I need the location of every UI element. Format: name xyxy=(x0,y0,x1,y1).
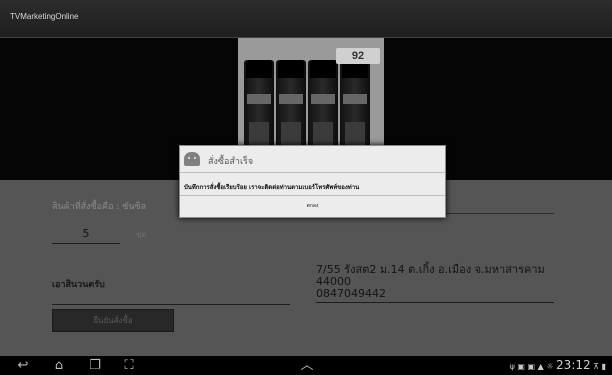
unit-label: ชุด xyxy=(136,230,147,239)
app-title: TVMarketingOnline xyxy=(10,12,79,21)
receive-label: เอาสินวนตรับ xyxy=(52,280,105,290)
receive-underline xyxy=(52,304,290,305)
clock: 23:12 xyxy=(556,358,591,372)
dialog-message: บันทึกการสั่งซื้อเรียบร้อย เราจะติดต่อท่… xyxy=(184,184,360,191)
chevron-up-icon[interactable]: ︿ xyxy=(298,356,316,375)
signal-icon: ⊼ ▮ xyxy=(593,362,606,371)
action-bar: TVMarketingOnline xyxy=(0,0,612,38)
home-icon[interactable]: ⌂ xyxy=(50,356,68,375)
address-line-3: 0847049442 xyxy=(316,287,386,300)
dialog-header: สั่งซื้อสำเร็จ xyxy=(180,146,445,173)
status-area: ψ ▣ ▣ ▲ ☼ 23:12 ⊼ ▮ xyxy=(510,356,606,375)
quantity-input[interactable]: 5 xyxy=(52,225,120,244)
price-tag: 92 xyxy=(336,48,380,64)
recents-icon[interactable]: ❐ xyxy=(86,356,104,375)
system-nav-bar: ↩ ⌂ ❐ ⛶ ︿ ψ ▣ ▣ ▲ ☼ 23:12 ⊼ ▮ xyxy=(0,356,612,375)
dialog-title: สั่งซื้อสำเร็จ xyxy=(208,157,254,167)
confirm-order-button[interactable]: ยืนยันสั่งซื้อ xyxy=(52,309,174,332)
product-label: สินค้าที่สั่งซื้อคือ : ซันซิล xyxy=(52,202,147,212)
field-underline xyxy=(440,213,554,214)
dialog-ok-button[interactable]: ตกลง xyxy=(180,196,445,216)
address-line-1: 7/55 รังสต2 ม.14 ต.เกิ้ง อ.เมือง จ.มหาสา… xyxy=(316,263,545,276)
screenshot-icon[interactable]: ⛶ xyxy=(120,356,138,375)
status-icons: ψ ▣ ▣ ▲ ☼ xyxy=(509,362,554,371)
order-success-dialog: สั่งซื้อสำเร็จ บันทึกการสั่งซื้อเรียบร้อ… xyxy=(179,145,446,218)
android-icon xyxy=(184,152,200,166)
address-underline xyxy=(316,302,554,303)
back-icon[interactable]: ↩ xyxy=(14,356,32,375)
screen: TVMarketingOnline 92 สินค้าที่สั่งซื้อคื… xyxy=(0,0,612,375)
address-field[interactable]: 7/55 รังสต2 ม.14 ต.เกิ้ง อ.เมือง จ.มหาสา… xyxy=(316,264,554,300)
